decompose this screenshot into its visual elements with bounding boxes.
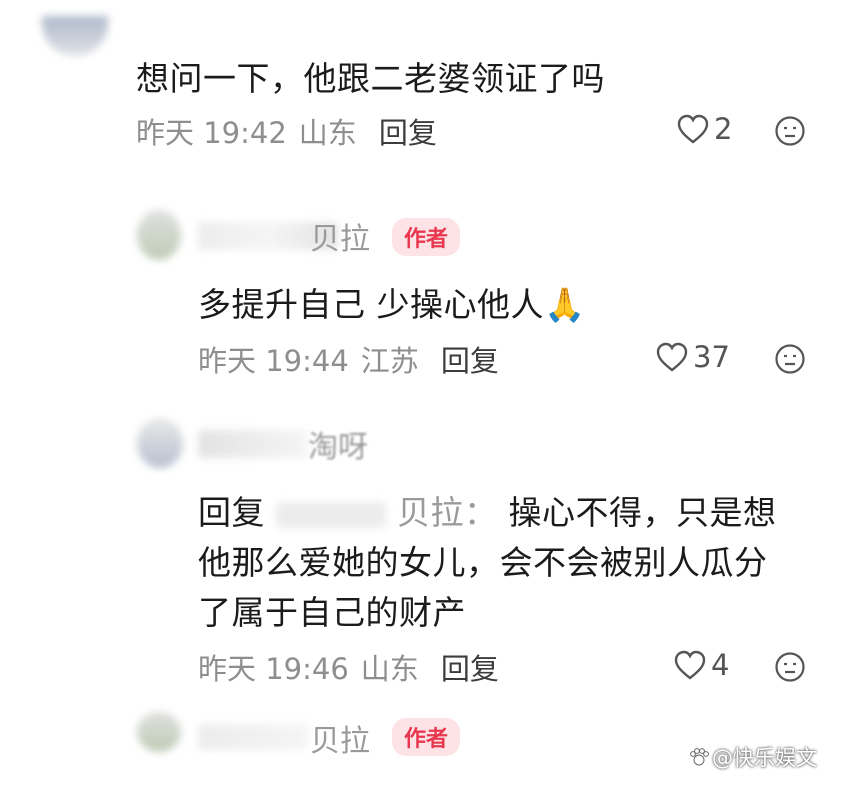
comment-location: 江苏 [360, 344, 419, 378]
reply-button[interactable]: 回复 [441, 338, 499, 380]
reply-prefix: 回复 [198, 493, 265, 532]
username-redacted [198, 724, 308, 750]
paw-icon [690, 748, 709, 766]
reply-button[interactable]: 回复 [379, 110, 437, 152]
comment-line: 他那么爱她的女儿，会不会被别人瓜分 [198, 543, 768, 582]
username[interactable]: 贝拉 [310, 716, 370, 760]
heart-outline-icon [674, 650, 706, 680]
like-button[interactable]: 37 [655, 340, 730, 374]
comment-text: 想问一下，他跟二老婆领证了吗 [136, 59, 605, 98]
author-badge: 作者 [392, 718, 461, 756]
comment-location: 山东 [360, 652, 419, 686]
comment-line: 操心不得，只是想 [508, 493, 777, 532]
comment-time: 昨天 19:44 [198, 344, 349, 378]
username[interactable]: 淘呀 [308, 422, 368, 466]
reply-target[interactable]: 贝拉： [397, 493, 498, 532]
comment-text: 多提升自己 少操心他人🙏 [198, 285, 586, 324]
avatar[interactable] [137, 418, 183, 468]
frown-face-icon[interactable] [774, 651, 806, 683]
watermark: @快乐娱文 [688, 742, 817, 772]
frown-face-icon[interactable] [774, 343, 806, 375]
comment-time: 昨天 19:42 [136, 116, 287, 150]
heart-outline-icon [656, 342, 688, 372]
frown-face-icon[interactable] [774, 115, 806, 147]
avatar[interactable] [42, 16, 108, 56]
comment-line: 了属于自己的财产 [198, 593, 466, 632]
watermark-text: @快乐娱文 [712, 746, 817, 770]
comment-time: 昨天 19:46 [198, 652, 349, 686]
like-count: 2 [714, 112, 733, 146]
username-redacted [198, 430, 308, 458]
avatar[interactable] [137, 712, 181, 752]
comment-location: 山东 [298, 116, 357, 150]
like-count: 4 [711, 648, 730, 682]
reply-target-redacted [276, 501, 386, 528]
like-button[interactable]: 4 [673, 648, 729, 682]
like-count: 37 [693, 340, 730, 374]
reply-button[interactable]: 回复 [441, 646, 499, 688]
author-badge: 作者 [392, 218, 461, 256]
username[interactable]: 贝拉 [310, 214, 370, 258]
comment-text: 回复 贝拉： 操心不得，只是想 他那么爱她的女儿，会不会被别人瓜分 了属于自己的… [198, 488, 777, 638]
avatar[interactable] [137, 210, 181, 260]
heart-outline-icon [677, 114, 709, 144]
like-button[interactable]: 2 [676, 112, 732, 146]
